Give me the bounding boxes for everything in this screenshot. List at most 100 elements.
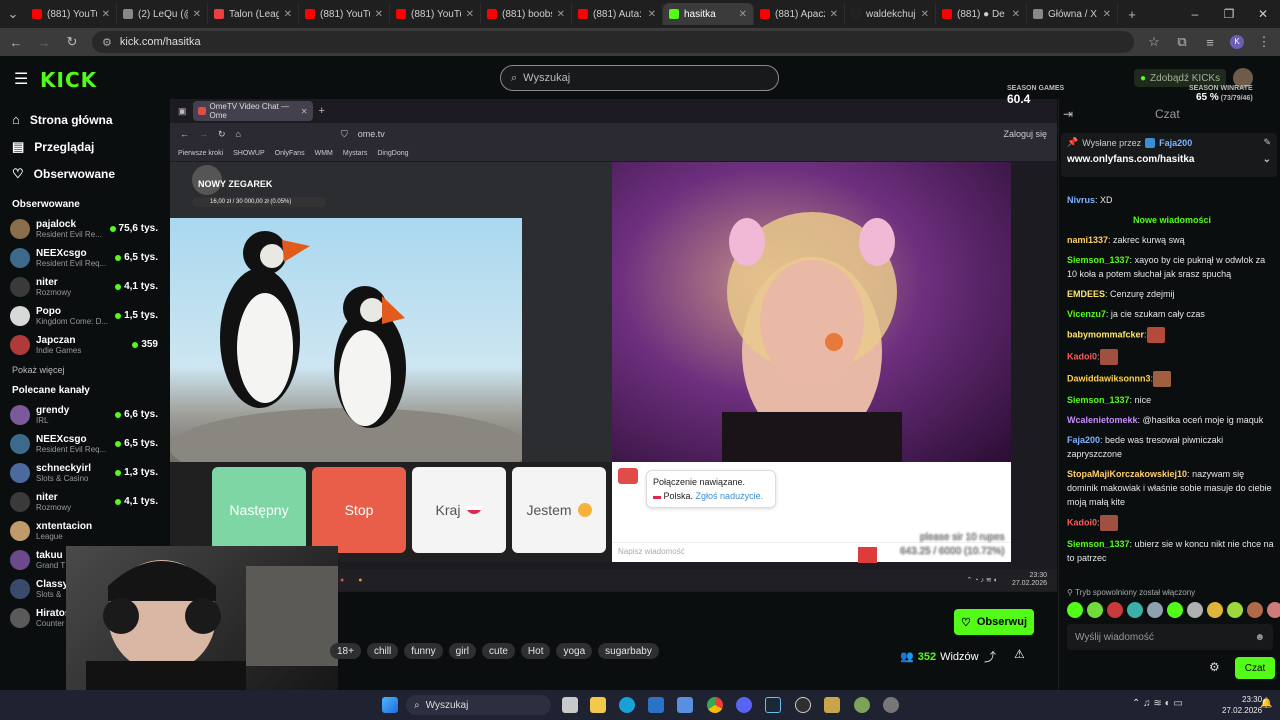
url-field[interactable]: ⚙ kick.com/hasitka [92, 31, 1134, 53]
sidebar-channel[interactable]: niter Rozmowy 4,1 tys. [0, 272, 168, 301]
chat-username[interactable]: EMDEES [1067, 289, 1105, 299]
tab-close-icon[interactable]: ✕ [284, 9, 292, 20]
tab-close-icon[interactable]: ✕ [921, 9, 929, 20]
browser-tab[interactable]: hasitka ✕ [663, 3, 754, 25]
quick-emote-icon[interactable] [1067, 602, 1083, 618]
tab-close-icon[interactable]: ✕ [648, 9, 656, 20]
windows-start-icon[interactable] [382, 697, 398, 713]
quick-emote-icon[interactable] [1167, 602, 1183, 618]
browser-tab[interactable]: Talon (Leagu ✕ [208, 3, 299, 25]
app-icon-2[interactable] [854, 697, 870, 713]
pinned-link[interactable]: www.onlyfans.com/hasitka ⌄ [1067, 154, 1271, 165]
windows-search[interactable]: ⌕ Wyszukaj [406, 695, 551, 715]
sidebar-channel[interactable]: niter Rozmowy 4,1 tys. [0, 487, 168, 516]
chat-username[interactable]: Siemson_1337 [1067, 395, 1130, 405]
stop-button[interactable]: Stop [312, 467, 406, 553]
app-icon-3[interactable] [883, 697, 899, 713]
chat-username[interactable]: StopaMajiKorczakowskiej10 [1067, 469, 1187, 479]
tab-close-icon[interactable]: ✕ [102, 9, 110, 20]
site-info-icon[interactable]: ⚙ [102, 36, 112, 49]
tab-close-icon[interactable]: ✕ [1012, 9, 1020, 20]
quick-emote-icon[interactable] [1267, 602, 1280, 618]
stream-tag[interactable]: cute [482, 643, 515, 659]
show-more-link[interactable]: Pokaż więcej [0, 365, 168, 375]
browser-tab[interactable]: (2) LeQu (@ ✕ [117, 3, 208, 25]
forward-icon[interactable]: → [36, 35, 52, 50]
quick-emote-icon[interactable] [1247, 602, 1263, 618]
browser-tab[interactable]: (881) YouTub ✕ [390, 3, 481, 25]
chrome-icon[interactable] [707, 697, 723, 713]
quick-emote-icon[interactable] [1207, 602, 1223, 618]
app-icon-1[interactable] [824, 697, 840, 713]
browser-tab[interactable]: (881) boobs ✕ [481, 3, 572, 25]
stream-tag[interactable]: chill [366, 643, 399, 659]
browser-tab[interactable]: (881) ● De ✕ [936, 3, 1027, 25]
stream-tag[interactable]: yoga [556, 643, 593, 659]
steam-icon[interactable] [765, 697, 781, 713]
pinned-message[interactable]: 📌 Wysłane przez Faja200 ✎ www.onlyfans.c… [1061, 133, 1277, 177]
sidebar-channel[interactable]: Popo Kingdom Come: D... 1,5 tys. [0, 301, 168, 330]
chat-username[interactable]: Siemson_1337 [1067, 255, 1130, 265]
stream-tag[interactable]: Hot [520, 643, 551, 659]
chat-username[interactable]: Wcalenietomekk [1067, 415, 1138, 425]
notification-icon[interactable]: 🔔 [1260, 698, 1272, 709]
sidebar-nav-item[interactable]: ▤ Przeglądaj [0, 133, 168, 160]
browser-tab[interactable]: Główna / X ✕ [1027, 3, 1118, 25]
report-abuse-link[interactable]: Zgłoś nadużycie. [696, 491, 764, 501]
sidebar-channel[interactable]: NEEXcsgo Resident Evil Req... 6,5 tys. [0, 243, 168, 272]
chat-username[interactable]: Kadoi0 [1067, 517, 1097, 527]
tray-icons[interactable]: ⌃ ♫ ≋ ◐ ▭ [1132, 698, 1183, 709]
stream-tag[interactable]: funny [404, 643, 443, 659]
sidebar-channel[interactable]: schneckyirl Slots & Casino 1,3 tys. [0, 458, 168, 487]
restore-button[interactable]: ❐ [1212, 7, 1246, 21]
sidebar-channel[interactable]: xntentacion League [0, 516, 168, 545]
tab-close-icon[interactable]: ✕ [557, 9, 565, 20]
menu-icon[interactable]: ⋮ [1256, 34, 1272, 50]
file-explorer-icon[interactable] [590, 697, 606, 713]
chat-send-button[interactable]: Czat [1235, 657, 1275, 679]
tab-close-icon[interactable]: ✕ [193, 9, 201, 20]
next-button[interactable]: Następny [212, 467, 306, 553]
chat-username[interactable]: babymommafcker [1067, 329, 1144, 339]
expand-chevron-icon[interactable]: ⌄ [1263, 154, 1271, 165]
chat-input[interactable]: Wyślij wiadomość ☻ [1067, 624, 1273, 650]
bookmark-star-icon[interactable]: ☆ [1146, 34, 1162, 50]
store-icon[interactable] [677, 697, 693, 713]
kick-logo[interactable]: KICK [40, 68, 97, 92]
follow-button[interactable]: ♡ Obserwuj [954, 609, 1034, 635]
edge-icon[interactable] [619, 697, 635, 713]
chat-username[interactable]: nami1337 [1067, 235, 1108, 245]
outlook-icon[interactable] [648, 697, 664, 713]
sidebar-nav-item[interactable]: ⌂ Strona główna [0, 106, 168, 133]
chat-username[interactable]: Faja200 [1067, 435, 1100, 445]
quick-emote-icon[interactable] [1147, 602, 1163, 618]
quick-emote-icon[interactable] [1227, 602, 1243, 618]
tab-list-icon[interactable]: ⌄ [0, 6, 26, 22]
chat-username[interactable]: Kadoi0 [1067, 351, 1097, 361]
stream-tag[interactable]: sugarbaby [598, 643, 659, 659]
stream-tag[interactable]: 18+ [330, 643, 361, 659]
discord-icon[interactable] [736, 697, 752, 713]
profile-avatar[interactable]: K [1230, 35, 1244, 49]
browser-tab[interactable]: (881) YouTub ✕ [26, 3, 117, 25]
reload-icon[interactable]: ↻ [64, 34, 80, 50]
search-input[interactable]: ⌕ Wyszukaj [500, 65, 779, 91]
sidebar-nav-item[interactable]: ♡ Obserwowane [0, 160, 168, 187]
browser-tab[interactable]: (881) YouTub ✕ [299, 3, 390, 25]
back-icon[interactable]: ← [8, 35, 24, 50]
windows-clock[interactable]: 23:30 27.02.2026 [1222, 694, 1262, 716]
extensions-icon[interactable]: ⧉ [1174, 34, 1190, 50]
collapse-chat-icon[interactable]: ⇥ [1063, 107, 1073, 121]
emoji-icon[interactable]: ☻ [1254, 632, 1265, 643]
tab-close-icon[interactable]: ✕ [830, 9, 838, 20]
quick-emote-icon[interactable] [1187, 602, 1203, 618]
sidebar-channel[interactable]: Japczan Indie Games 359 [0, 330, 168, 359]
country-button[interactable]: Kraj [412, 467, 506, 553]
tab-close-icon[interactable]: ✕ [739, 9, 747, 20]
tab-close-icon[interactable]: ✕ [466, 9, 474, 20]
media-icon[interactable]: ≡ [1202, 35, 1218, 50]
quick-emote-icon[interactable] [1087, 602, 1103, 618]
sidebar-channel[interactable]: NEEXcsgo Resident Evil Req... 6,5 tys. [0, 429, 168, 458]
report-icon[interactable]: ⚠ [1014, 647, 1025, 661]
close-window-button[interactable]: ✕ [1246, 7, 1280, 21]
